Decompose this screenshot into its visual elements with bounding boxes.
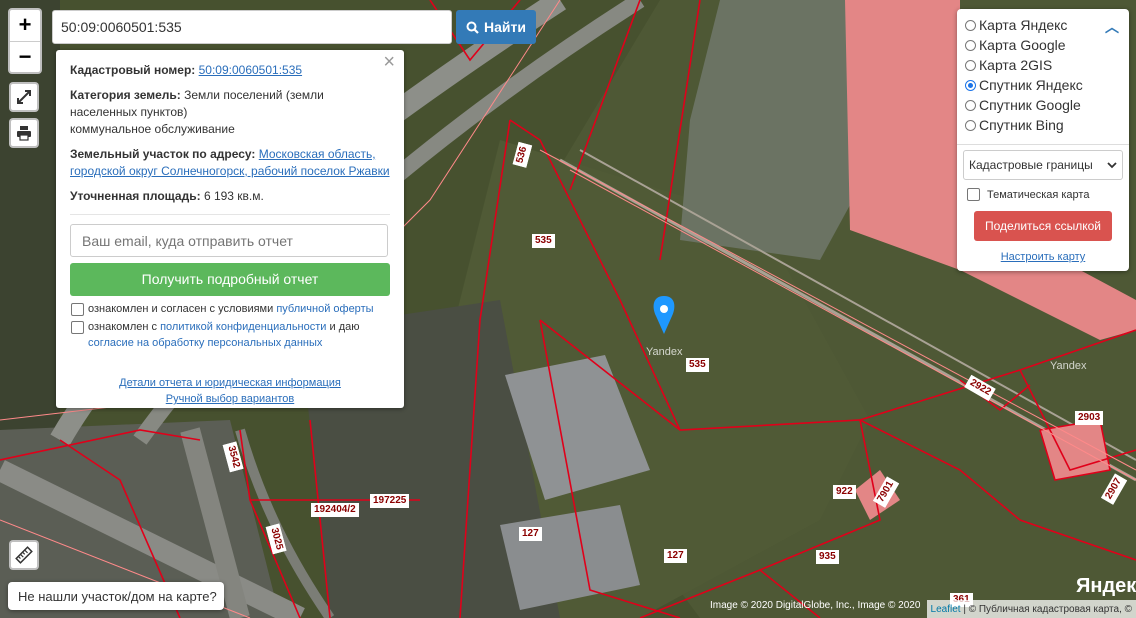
- privacy-policy-link[interactable]: политикой конфиденциальности: [160, 321, 326, 333]
- parcel-info-popup: × Кадастровый номер: 50:09:0060501:535 К…: [56, 50, 404, 408]
- leaflet-link[interactable]: Leaflet: [931, 604, 961, 615]
- parcel-label[interactable]: 535: [686, 358, 709, 372]
- ruler-icon: [15, 546, 33, 564]
- parcel-label[interactable]: 935: [816, 550, 839, 564]
- manual-selection-link[interactable]: Ручной выбор вариантов: [166, 393, 294, 405]
- parcel-label[interactable]: 127: [664, 549, 687, 563]
- email-input[interactable]: [70, 224, 388, 257]
- thematic-map-label: Тематическая карта: [987, 188, 1090, 201]
- area-value: 6 193 кв.м.: [203, 189, 264, 203]
- yandex-logo: Яндекс: [1076, 575, 1136, 597]
- configure-map-link[interactable]: Настроить карту: [1001, 251, 1086, 263]
- land-use-value: коммунальное обслуживание: [70, 122, 235, 136]
- public-offer-link[interactable]: публичной оферты: [276, 303, 373, 315]
- share-link-button[interactable]: Поделиться ссылкой: [974, 211, 1112, 241]
- map-watermark: Yandex: [646, 346, 683, 358]
- parcel-label[interactable]: 2903: [1075, 411, 1104, 425]
- parcel-label[interactable]: 127: [519, 527, 542, 541]
- search-button-label: Найти: [484, 19, 526, 35]
- close-icon[interactable]: ×: [383, 52, 395, 72]
- layer-option-label: Карта Яндекс: [979, 17, 1068, 33]
- search-button[interactable]: Найти: [456, 10, 536, 44]
- map-watermark: Yandex: [1050, 360, 1087, 372]
- layer-option[interactable]: Карта Google: [963, 35, 1123, 55]
- overlay-select[interactable]: Кадастровые границы: [963, 150, 1123, 180]
- imagery-credit: Image © 2020 DigitalGlobe, Inc., Image ©…: [710, 600, 921, 611]
- zoom-out-button[interactable]: −: [10, 42, 40, 73]
- report-details-link[interactable]: Детали отчета и юридическая информация: [119, 377, 341, 389]
- layer-radio[interactable]: [965, 19, 976, 31]
- parcel-label[interactable]: 192404/2: [311, 503, 359, 517]
- expand-icon: [17, 90, 31, 104]
- area-label: Уточненная площадь:: [70, 189, 201, 203]
- ruler-button[interactable]: [9, 540, 39, 570]
- zoom-in-button[interactable]: +: [10, 10, 40, 42]
- layer-radio[interactable]: [965, 59, 976, 71]
- layer-option-label: Спутник Google: [979, 97, 1081, 113]
- not-found-button[interactable]: Не нашли участок/дом на карте?: [8, 582, 224, 610]
- layer-option[interactable]: Спутник Bing: [963, 115, 1123, 135]
- layer-radio[interactable]: [965, 119, 976, 131]
- zoom-control: + −: [8, 8, 42, 74]
- attribution-text: | © Публичная кадастровая карта, ©: [963, 603, 1132, 615]
- parcel-label[interactable]: 197225: [370, 494, 410, 508]
- map-attribution: Leaflet | © Публичная кадастровая карта,…: [926, 600, 1136, 618]
- cadastral-number-label: Кадастровый номер:: [70, 63, 196, 77]
- overlay-select-value: Кадастровые границы: [969, 158, 1093, 172]
- search-icon: [466, 21, 479, 34]
- layer-option-label: Карта Google: [979, 37, 1066, 53]
- layer-radio[interactable]: [965, 39, 976, 51]
- privacy-consent-checkbox[interactable]: [71, 321, 84, 334]
- get-report-button[interactable]: Получить подробный отчет: [70, 263, 390, 296]
- parcel-label[interactable]: 922: [833, 485, 856, 499]
- layer-option[interactable]: Спутник Яндекс: [963, 75, 1123, 95]
- layer-option-label: Спутник Яндекс: [979, 77, 1083, 93]
- layer-option[interactable]: Спутник Google: [963, 95, 1123, 115]
- cadastral-search-input[interactable]: [52, 10, 452, 44]
- printer-icon: [17, 126, 31, 141]
- thematic-map-checkbox[interactable]: [967, 188, 980, 201]
- offer-consent-checkbox[interactable]: [71, 303, 84, 316]
- land-category-label: Категория земель:: [70, 88, 181, 102]
- privacy-consent-text: ознакомлен с: [88, 321, 158, 333]
- layer-switcher-panel: ︿ Карта Яндекс Карта Google Карта 2GIS С…: [957, 9, 1129, 271]
- address-label: Земельный участок по адресу:: [70, 147, 256, 161]
- chevron-down-icon: [1107, 161, 1117, 168]
- personal-data-consent-link[interactable]: согласие на обработку персональных данны…: [88, 337, 322, 349]
- parcel-label[interactable]: 535: [532, 234, 555, 248]
- layer-option-label: Спутник Bing: [979, 117, 1064, 133]
- cadastral-number-link[interactable]: 50:09:0060501:535: [199, 63, 302, 77]
- layer-option[interactable]: Карта 2GIS: [963, 55, 1123, 75]
- fullscreen-button[interactable]: [9, 82, 39, 112]
- layer-radio-selected[interactable]: [965, 79, 976, 91]
- privacy-consent-text-2: и даю: [329, 321, 360, 333]
- chevron-up-icon[interactable]: ︿: [1105, 17, 1119, 37]
- layer-option[interactable]: Карта Яндекс: [963, 15, 1123, 35]
- layer-option-label: Карта 2GIS: [979, 57, 1053, 73]
- offer-consent-text: ознакомлен и согласен с условиями: [88, 303, 274, 315]
- print-button[interactable]: [9, 118, 39, 148]
- layer-radio[interactable]: [965, 99, 976, 111]
